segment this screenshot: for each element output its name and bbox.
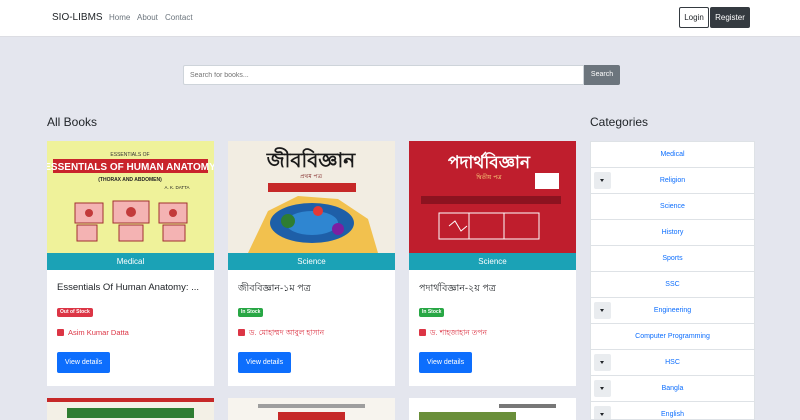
category-item-english[interactable]: English (591, 402, 754, 419)
cover-stripe (47, 398, 214, 402)
stock-badge: In Stock (419, 308, 445, 317)
categories-heading: Categories (590, 115, 649, 129)
category-label: HSC (665, 359, 680, 366)
svg-text:ESSENTIALS OF: ESSENTIALS OF (110, 152, 149, 158)
book-author-name: Asim Kumar Datta (68, 328, 129, 337)
category-label: Medical (660, 151, 685, 158)
stock-badge: Out of Stock (57, 308, 93, 317)
caret-down-icon[interactable] (594, 380, 611, 397)
book-title[interactable]: Essentials Of Human Anatomy: ... (57, 282, 207, 293)
nav-link-home[interactable]: Home (109, 13, 130, 22)
book-card: ESSENTIALS OF ESSENTIALS OF HUMAN ANATOM… (47, 141, 214, 386)
category-item-bangla[interactable]: Bangla (591, 376, 754, 402)
cover-subtitle-text: প্রথম পত্র (300, 173, 323, 180)
nav-link-about[interactable]: About (137, 13, 158, 22)
book-title[interactable]: পদার্থবিজ্ঞান-২য় পত্র (419, 282, 569, 297)
top-navbar: SIO-LIBMS Home About Contact Login Regis… (0, 0, 800, 37)
category-item-computer-programming[interactable]: Computer Programming (591, 324, 754, 350)
cover-title-text: ESSENTIALS OF HUMAN ANATOMY (47, 162, 214, 173)
categories-list: Medical Religion Science History Sports … (590, 141, 755, 420)
book-cover-image[interactable]: ESSENTIALS OF ESSENTIALS OF HUMAN ANATOM… (47, 141, 214, 253)
book-card-partial[interactable] (409, 398, 576, 420)
pen-icon (238, 329, 245, 336)
caret-down-icon[interactable] (594, 172, 611, 189)
pen-icon (419, 329, 426, 336)
category-label: Computer Programming (635, 333, 710, 340)
all-books-heading: All Books (47, 115, 98, 129)
book-author[interactable]: ড. শাহজাহান তপন (419, 328, 487, 340)
category-item-ssc[interactable]: SSC (591, 272, 754, 298)
category-item-sports[interactable]: Sports (591, 246, 754, 272)
view-details-button[interactable]: View details (419, 352, 472, 373)
book-cover-image[interactable]: পদার্থবিজ্ঞান দ্বিতীয় পত্র (409, 141, 576, 253)
brand-logo[interactable]: SIO-LIBMS (52, 12, 103, 23)
category-item-religion[interactable]: Religion (591, 168, 754, 194)
cover-title-text: জীববিজ্ঞান (266, 147, 357, 172)
view-details-button[interactable]: View details (57, 352, 110, 373)
book-card-partial[interactable] (228, 398, 395, 420)
book-card: জীববিজ্ঞান প্রথম পত্র Science জীববিজ্ঞান… (228, 141, 395, 386)
book-author-name: ড. মোহাম্মদ আবুল হাসান (249, 328, 325, 337)
cover-title-text: পদার্থবিজ্ঞান (448, 151, 531, 173)
login-button[interactable]: Login (679, 7, 709, 28)
caret-down-icon[interactable] (594, 354, 611, 371)
caret-down-icon[interactable] (594, 406, 611, 419)
category-label: English (661, 411, 684, 418)
book-author-name: ড. শাহজাহান তপন (430, 328, 487, 337)
book-cover-image[interactable]: জীববিজ্ঞান প্রথম পত্র (228, 141, 395, 253)
search-button[interactable]: Search (584, 65, 620, 85)
cover-subtitle-text: (THORAX AND ABDOMEN) (98, 177, 162, 183)
view-details-button[interactable]: View details (238, 352, 291, 373)
category-item-history[interactable]: History (591, 220, 754, 246)
category-label: Bangla (661, 385, 684, 392)
cover-line (258, 404, 365, 408)
book-author[interactable]: ড. মোহাম্মদ আবুল হাসান (238, 328, 324, 340)
cover-band (67, 408, 194, 418)
book-category-label: Science (228, 253, 395, 270)
cover-subtitle-text: দ্বিতীয় পত্র (475, 173, 502, 181)
category-item-hsc[interactable]: HSC (591, 350, 754, 376)
cover-line (499, 404, 556, 408)
book-category-label: Science (409, 253, 576, 270)
cover-author-text: A. K. DATTA (164, 185, 189, 190)
category-item-science[interactable]: Science (591, 194, 754, 220)
nav-link-contact[interactable]: Contact (165, 13, 193, 22)
caret-down-icon[interactable] (594, 302, 611, 319)
cover-band (278, 412, 345, 420)
book-card: পদার্থবিজ্ঞান দ্বিতীয় পত্র Science পদার… (409, 141, 576, 386)
book-category-label: Medical (47, 253, 214, 270)
book-title[interactable]: জীববিজ্ঞান-১ম পত্র (238, 282, 388, 297)
category-label: History (661, 229, 684, 236)
category-label: Religion (659, 177, 686, 184)
category-item-medical[interactable]: Medical (591, 142, 754, 168)
cover-band (419, 412, 516, 420)
category-label: SSC (665, 281, 680, 288)
search-input[interactable] (183, 65, 584, 85)
book-author[interactable]: Asim Kumar Datta (57, 328, 129, 337)
category-label: Science (660, 203, 685, 210)
category-item-engineering[interactable]: Engineering (591, 298, 754, 324)
book-card-partial[interactable] (47, 398, 214, 420)
pen-icon (57, 329, 64, 336)
register-button[interactable]: Register (710, 7, 750, 28)
category-label: Sports (662, 255, 683, 262)
stock-badge: In Stock (238, 308, 264, 317)
category-label: Engineering (653, 307, 692, 314)
